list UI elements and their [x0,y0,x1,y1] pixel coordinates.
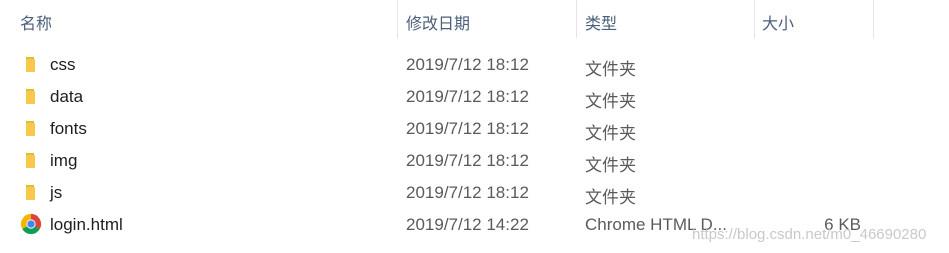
watermark: https://blog.csdn.net/m0_46690280 [692,226,927,243]
folder-icon [26,121,35,136]
file-name: login.html [50,215,123,234]
folder-icon [26,185,35,200]
file-row-css[interactable]: css 2019/7/12 18:12 文件夹 [0,48,949,80]
file-name: fonts [50,119,87,138]
file-name: data [50,87,84,106]
file-type: 文件夹 [585,188,636,207]
file-row-img[interactable]: img 2019/7/12 18:12 文件夹 [0,144,949,176]
file-date-modified: 2019/7/12 14:22 [406,215,529,234]
folder-icon [26,89,35,104]
file-date-modified: 2019/7/12 18:12 [406,119,529,138]
column-divider[interactable] [576,0,577,38]
folder-icon [26,57,35,72]
file-type: 文件夹 [585,92,636,111]
column-header-size[interactable]: 大小 [762,10,794,34]
column-divider[interactable] [754,0,755,38]
file-row-fonts[interactable]: fonts 2019/7/12 18:12 文件夹 [0,112,949,144]
file-date-modified: 2019/7/12 18:12 [406,183,529,202]
file-name: img [50,151,78,170]
file-type: 文件夹 [585,60,636,79]
file-date-modified: 2019/7/12 18:12 [406,87,529,106]
column-header-date-modified[interactable]: 修改日期 [406,10,470,34]
column-header-name[interactable]: 名称 [20,10,52,34]
file-type: 文件夹 [585,124,636,143]
file-type: 文件夹 [585,156,636,175]
chrome-icon [20,213,42,235]
file-date-modified: 2019/7/12 18:12 [406,151,529,170]
file-name: css [50,55,76,74]
file-name: js [50,183,63,202]
file-row-data[interactable]: data 2019/7/12 18:12 文件夹 [0,80,949,112]
column-divider[interactable] [873,0,874,38]
folder-icon [26,153,35,168]
column-header: 名称 修改日期 类型 大小 [0,0,949,38]
column-divider[interactable] [397,0,398,38]
file-row-js[interactable]: js 2019/7/12 18:12 文件夹 [0,176,949,208]
column-header-type[interactable]: 类型 [585,10,617,34]
file-date-modified: 2019/7/12 18:12 [406,55,529,74]
